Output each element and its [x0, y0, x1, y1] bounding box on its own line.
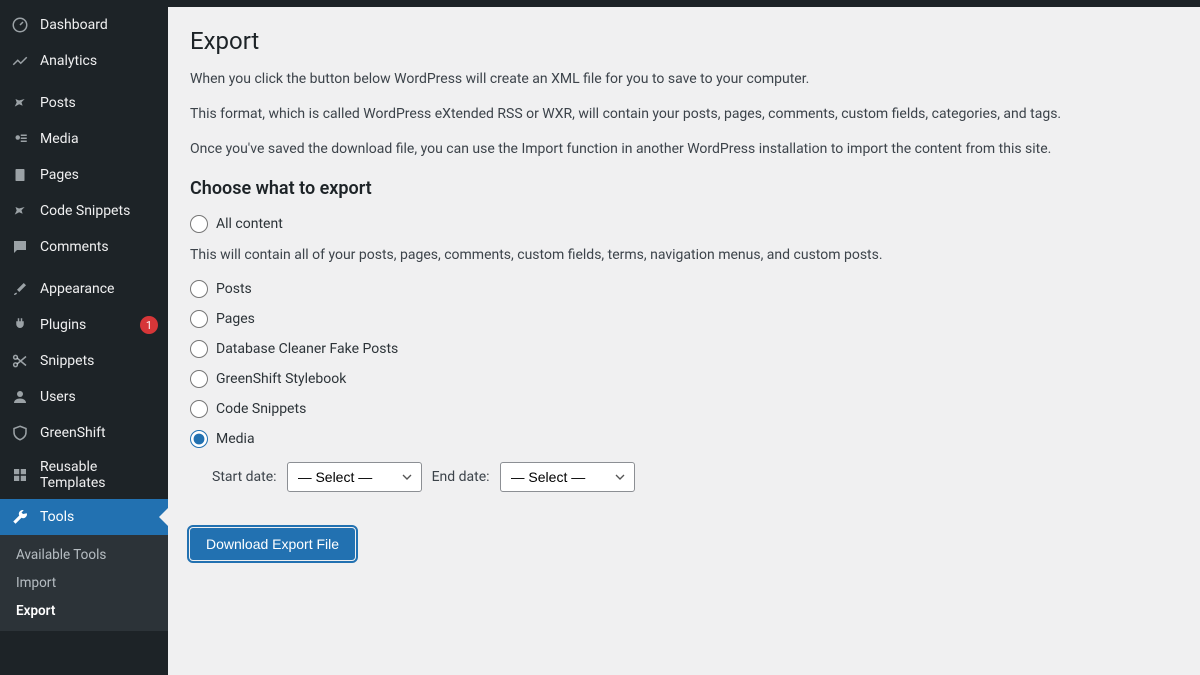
tools-submenu: Available Tools Import Export	[0, 535, 168, 631]
scissors-icon	[10, 351, 30, 371]
sidebar-item-tools[interactable]: Tools	[0, 499, 168, 535]
radio-label: GreenShift Stylebook	[216, 371, 346, 387]
submenu-export[interactable]: Export	[0, 597, 168, 625]
radio-db-cleaner[interactable]	[190, 340, 208, 358]
menu-label: Appearance	[40, 281, 158, 297]
sidebar-item-users[interactable]: Users	[0, 379, 168, 415]
admin-sidebar: Dashboard Analytics Posts Media Pages Co…	[0, 7, 168, 675]
radio-label: Posts	[216, 281, 252, 297]
menu-label: Users	[40, 389, 158, 405]
start-date-select[interactable]: — Select —	[287, 462, 422, 492]
submenu-available-tools[interactable]: Available Tools	[0, 541, 168, 569]
menu-label: Posts	[40, 95, 158, 111]
menu-label: Dashboard	[40, 17, 158, 33]
option-code-snippets[interactable]: Code Snippets	[190, 400, 1178, 418]
menu-label: Plugins	[40, 317, 135, 333]
plug-icon	[10, 315, 30, 335]
option-media[interactable]: Media	[190, 430, 1178, 448]
menu-label: Snippets	[40, 353, 158, 369]
user-icon	[10, 387, 30, 407]
shield-icon	[10, 423, 30, 443]
sidebar-item-code-snippets[interactable]: Code Snippets	[0, 193, 168, 229]
menu-label: Tools	[40, 509, 158, 525]
sidebar-item-comments[interactable]: Comments	[0, 229, 168, 265]
media-icon	[10, 129, 30, 149]
intro-paragraph-1: When you click the button below WordPres…	[190, 69, 1178, 90]
update-badge: 1	[140, 316, 158, 334]
menu-label: GreenShift	[40, 425, 158, 441]
menu-label: Reusable Templates	[40, 459, 158, 491]
menu-label: Analytics	[40, 53, 158, 69]
option-pages[interactable]: Pages	[190, 310, 1178, 328]
analytics-icon	[10, 51, 30, 71]
option-all-content[interactable]: All content	[190, 215, 1178, 233]
radio-pages[interactable]	[190, 310, 208, 328]
radio-posts[interactable]	[190, 280, 208, 298]
comment-icon	[10, 237, 30, 257]
sidebar-item-greenshift[interactable]: GreenShift	[0, 415, 168, 451]
intro-paragraph-2: This format, which is called WordPress e…	[190, 104, 1178, 125]
radio-all-content[interactable]	[190, 215, 208, 233]
download-export-button[interactable]: Download Export File	[190, 528, 355, 560]
sidebar-item-plugins[interactable]: Plugins 1	[0, 307, 168, 343]
pin-icon	[10, 201, 30, 221]
intro-paragraph-3: Once you've saved the download file, you…	[190, 139, 1178, 160]
section-heading: Choose what to export	[190, 178, 1178, 199]
sidebar-item-posts[interactable]: Posts	[0, 85, 168, 121]
menu-label: Pages	[40, 167, 158, 183]
sidebar-item-dashboard[interactable]: Dashboard	[0, 7, 168, 43]
page-icon	[10, 165, 30, 185]
start-date-label: Start date:	[212, 469, 277, 485]
sidebar-item-reusable-templates[interactable]: Reusable Templates	[0, 451, 168, 499]
radio-code-snippets[interactable]	[190, 400, 208, 418]
option-all-content-desc: This will contain all of your posts, pag…	[190, 245, 1178, 266]
page-title: Export	[190, 27, 1178, 55]
radio-label: Database Cleaner Fake Posts	[216, 341, 398, 357]
radio-label: Code Snippets	[216, 401, 306, 417]
wrench-icon	[10, 507, 30, 527]
pin-icon	[10, 93, 30, 113]
menu-label: Media	[40, 131, 158, 147]
sidebar-item-appearance[interactable]: Appearance	[0, 271, 168, 307]
option-posts[interactable]: Posts	[190, 280, 1178, 298]
dashboard-icon	[10, 15, 30, 35]
menu-label: Comments	[40, 239, 158, 255]
end-date-label: End date:	[432, 469, 490, 485]
content-area: Export When you click the button below W…	[168, 7, 1200, 675]
date-filter-row: Start date: — Select — End date: — Selec…	[212, 462, 1178, 492]
sidebar-item-analytics[interactable]: Analytics	[0, 43, 168, 79]
submenu-import[interactable]: Import	[0, 569, 168, 597]
end-date-select[interactable]: — Select —	[500, 462, 635, 492]
grid-icon	[10, 465, 30, 485]
sidebar-item-media[interactable]: Media	[0, 121, 168, 157]
brush-icon	[10, 279, 30, 299]
option-greenshift-stylebook[interactable]: GreenShift Stylebook	[190, 370, 1178, 388]
radio-label: Pages	[216, 311, 255, 327]
radio-label: Media	[216, 431, 255, 447]
menu-label: Code Snippets	[40, 203, 158, 219]
radio-label: All content	[216, 216, 283, 232]
sidebar-item-pages[interactable]: Pages	[0, 157, 168, 193]
sidebar-item-snippets[interactable]: Snippets	[0, 343, 168, 379]
radio-greenshift-stylebook[interactable]	[190, 370, 208, 388]
admin-bar	[0, 0, 1200, 7]
main-layout: Dashboard Analytics Posts Media Pages Co…	[0, 7, 1200, 675]
option-db-cleaner[interactable]: Database Cleaner Fake Posts	[190, 340, 1178, 358]
radio-media[interactable]	[190, 430, 208, 448]
